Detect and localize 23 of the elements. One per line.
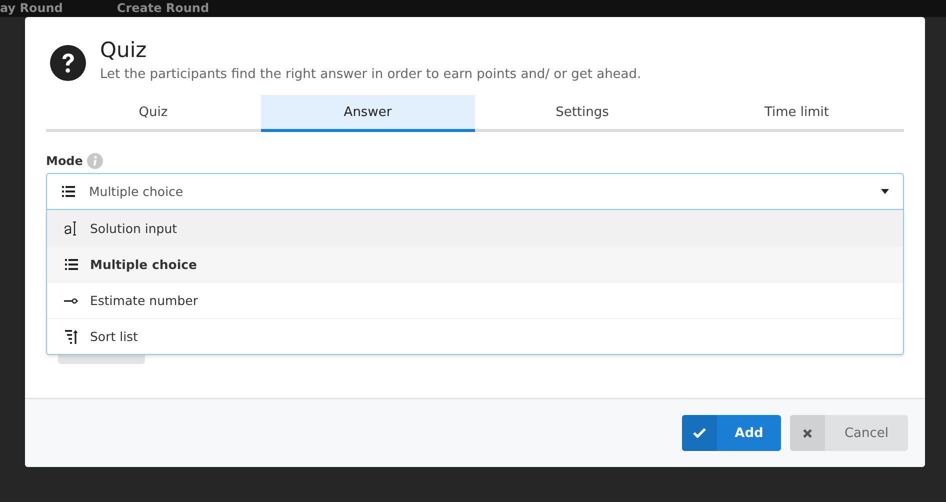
dropdown-option[interactable]: Sort list [47,318,903,354]
nav-link[interactable]: ay Round [0,0,63,17]
caret-icon [881,189,889,194]
help-icon [50,45,86,81]
cancel-button[interactable]: Cancel [790,415,908,451]
close-icon [803,428,812,438]
field-label: Mode [46,154,83,168]
tab[interactable]: Answer [260,95,475,132]
list-icon [62,186,74,197]
info-icon [86,153,103,169]
dropdown-option[interactable]: Estimate number [47,282,903,318]
dropdown-option[interactable]: Solution input [47,210,903,246]
list-icon [64,259,78,270]
check-icon [693,428,706,438]
dialog-subtitle: Let the participants find the right answer in order to earn points and/ or get ahead. [100,67,642,82]
slider-icon [64,298,78,304]
add-button[interactable]: Add [682,415,781,451]
text-cursor-icon [64,220,78,236]
mode-dropdown[interactable]: Multiple choice [46,173,904,210]
sort-icon [64,330,78,344]
dialog-title: Quiz [100,37,148,63]
nav-link[interactable]: Create Round [116,0,210,17]
dropdown-option[interactable]: Multiple choice [47,246,903,282]
